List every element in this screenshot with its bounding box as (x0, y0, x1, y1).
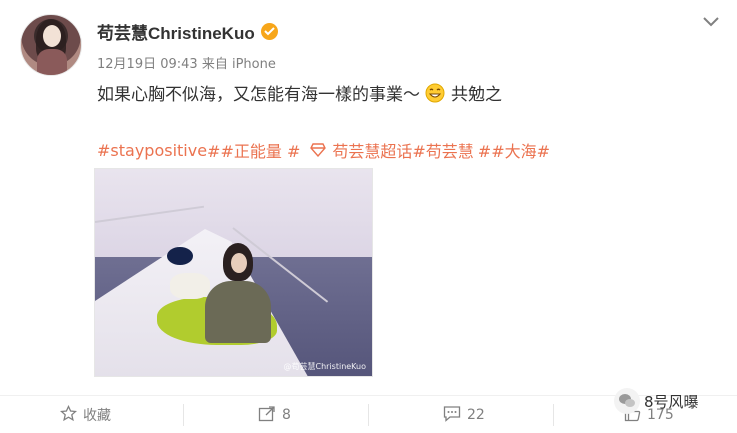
hashtag-positive-energy[interactable]: ##正能量 # (207, 138, 300, 162)
favorite-button[interactable]: 收藏 (59, 396, 111, 433)
post-text-end: 共勉之 (451, 85, 502, 105)
diamond-icon (310, 143, 327, 157)
repost-count: 8 (282, 407, 291, 423)
photo-hat (167, 247, 193, 265)
hashtag-christine[interactable]: #苟芸慧 (412, 138, 473, 162)
action-divider (183, 404, 184, 426)
photo-watermark: @苟芸慧ChristineKuo (283, 362, 367, 371)
photo-person-face (231, 253, 247, 273)
avatar-dress (37, 49, 67, 75)
wechat-logo-icon (614, 388, 640, 414)
photo-person-body (205, 281, 271, 343)
watermark-logo: 8号风曝 (614, 388, 699, 414)
post-meta: 12月19日 09:43 来自 iPhone (97, 53, 276, 72)
watermark-label: 8号风曝 (644, 392, 699, 411)
grin-emoji-icon (425, 83, 445, 103)
username-row: 苟芸慧ChristineKuo (97, 19, 278, 44)
avatar-face (43, 25, 61, 47)
post-text-main: 如果心胸不似海，又怎能有海一樣的事業～ (97, 85, 420, 105)
comment-count: 22 (467, 407, 485, 423)
favorite-label: 收藏 (83, 408, 111, 424)
chevron-down-icon[interactable] (702, 14, 720, 28)
star-icon (59, 404, 78, 426)
action-divider (368, 404, 369, 426)
username-link[interactable]: 苟芸慧ChristineKuo (97, 19, 255, 44)
post-text: 如果心胸不似海，又怎能有海一樣的事業～ 共勉之 (97, 80, 502, 105)
post-source: 来自 iPhone (201, 57, 276, 72)
hashtag-staypositive[interactable]: #staypositive (97, 141, 207, 160)
hashtag-sea[interactable]: ##大海# (478, 138, 550, 162)
verified-badge-icon (260, 23, 278, 40)
post-photo[interactable]: @苟芸慧ChristineKuo (94, 168, 373, 377)
comment-button[interactable]: 22 (443, 396, 485, 433)
repost-icon (258, 405, 276, 426)
photo-bag (170, 273, 210, 299)
action-divider (553, 404, 554, 426)
comment-icon (443, 405, 461, 426)
avatar[interactable] (20, 14, 82, 76)
weibo-post-card: 苟芸慧ChristineKuo 12月19日 09:43 来自 iPhone 如… (0, 0, 737, 395)
post-timestamp[interactable]: 12月19日 09:43 (97, 57, 198, 72)
hashtag-row: #staypositive ##正能量 # 苟芸慧超话 #苟芸慧 ##大海# (97, 138, 550, 162)
repost-button[interactable]: 8 (258, 396, 291, 433)
supertopic-link[interactable]: 苟芸慧超话 (332, 138, 412, 162)
